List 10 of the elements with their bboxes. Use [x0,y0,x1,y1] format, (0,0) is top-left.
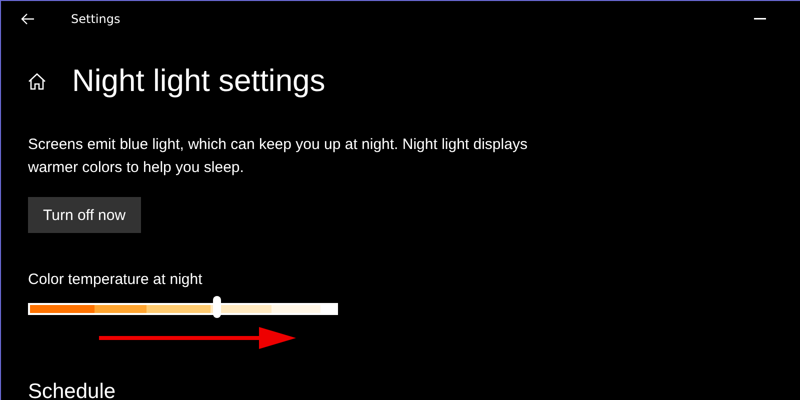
turn-off-button[interactable]: Turn off now [28,197,141,233]
description-text: Screens emit blue light, which can keep you up at night. Night light displays warmer colors to help you sleep. [28,135,528,178]
back-icon[interactable] [21,13,35,25]
slider-thumb[interactable] [212,296,221,318]
window-title: Settings [71,12,120,26]
page-title: Night light settings [72,63,326,99]
minimize-icon[interactable] [754,18,766,20]
section-title: Schedule [28,380,116,400]
slider-label: Color temperature at night [28,271,202,288]
home-icon[interactable] [28,72,46,90]
